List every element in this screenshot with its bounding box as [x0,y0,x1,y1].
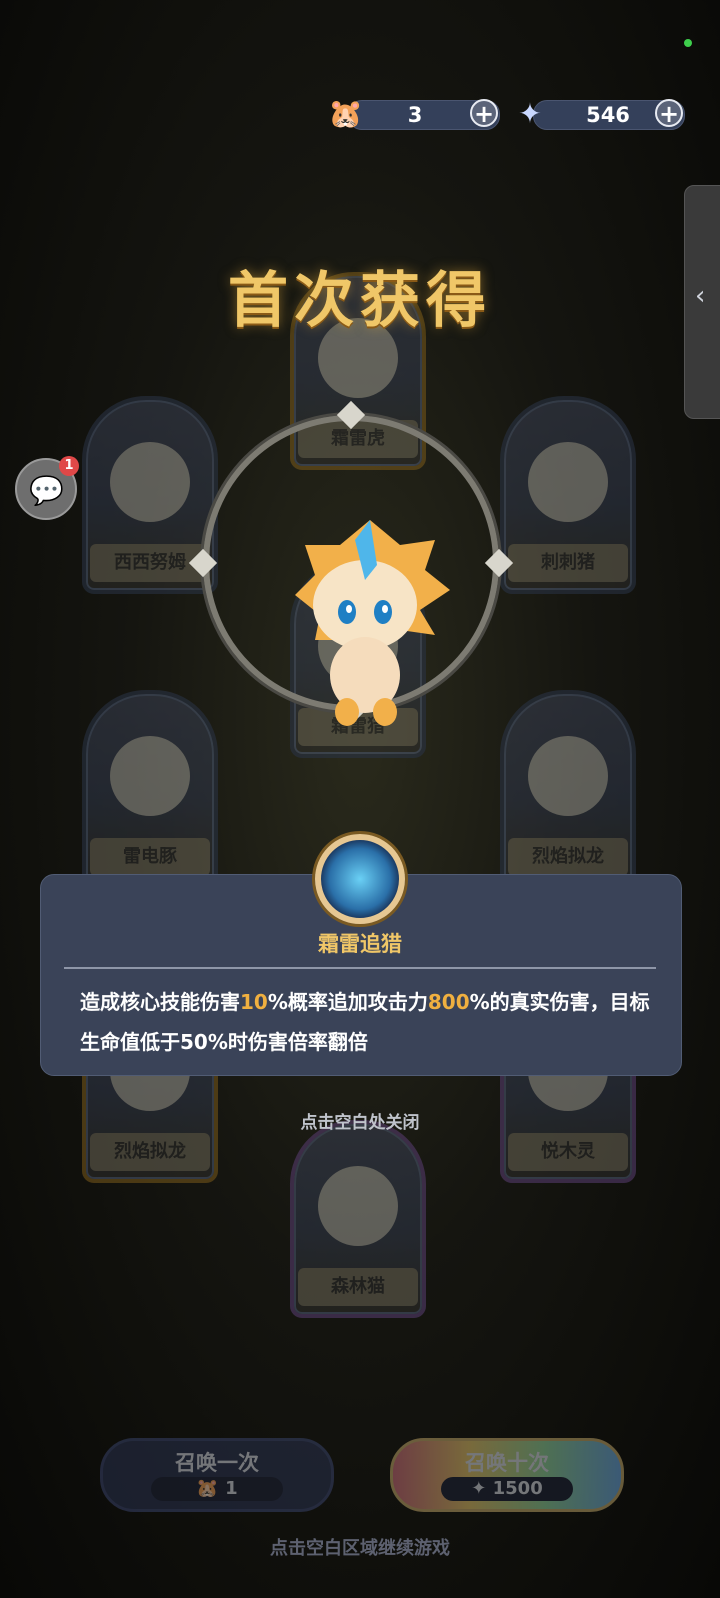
pet-name: 刺刺猪 [508,544,628,582]
pet-name: 森林猫 [298,1268,418,1306]
hero-creature-image [295,520,450,726]
pet-art [110,736,190,816]
skill-description: 造成核心技能伤害10%概率追加攻击力800%的真实伤害，目标生命值低于50%时伤… [80,982,650,1062]
add-tickets-button[interactable]: + [470,99,498,127]
summon-once-cost-value: 1 [225,1478,238,1499]
pet-name: 烈焰拟龙 [508,838,628,876]
add-stars-button[interactable]: + [655,99,683,127]
star-crystal-icon: ✦ [518,97,542,130]
skill-desc-part: %概率追加攻击力 [267,990,428,1014]
pet-name: 悦木灵 [508,1133,628,1171]
summon-ten-cost-value: 1500 [492,1478,543,1499]
skill-divider [64,967,656,969]
skill-desc-highlight: 800 [427,990,470,1014]
chat-bubble-icon: 💬 [29,474,64,507]
skill-emblem-icon [315,834,405,924]
star-currency: ✦ 546 + [515,97,687,130]
skill-desc-part: 造成核心技能伤害 [80,990,240,1014]
summon-ten-label: 召唤十次 [465,1451,549,1475]
pet-art [110,442,190,522]
pet-card-right-upper: 刺刺猪 [500,396,636,594]
skill-desc-highlight: 10 [240,990,268,1014]
summon-once-cost: 🐹 1 [151,1477,283,1501]
pet-art [318,1166,398,1246]
skill-name: 霜雷追猎 [318,932,402,956]
pet-card-right-middle: 烈焰拟龙 [500,690,636,888]
hamster-ticket-icon: 🐹 [328,97,363,130]
pet-card-left-middle: 雷电豚 [82,690,218,888]
chat-button[interactable]: 💬 1 [15,456,79,520]
pet-card-bottom: 森林猫 [290,1120,426,1318]
tap-to-continue-hint[interactable]: 点击空白区域继续游戏 [0,1534,720,1560]
summon-once-label: 召唤一次 [175,1451,259,1475]
star-count: 546 [586,103,630,127]
summon-once-button[interactable]: 召唤一次 🐹 1 [100,1438,334,1512]
tap-to-close-hint[interactable]: 点击空白处关闭 [0,1108,720,1133]
summon-ten-button[interactable]: 召唤十次 ✦ 1500 [390,1438,624,1512]
pet-name: 雷电豚 [90,838,210,876]
ticket-count: 3 [407,103,423,127]
chat-notification-badge: 1 [59,456,79,476]
summon-ten-cost: ✦ 1500 [441,1477,573,1501]
first-obtain-title: 首次获得 [228,266,492,336]
pet-art [528,736,608,816]
pet-name: 烈焰拟龙 [90,1133,210,1171]
pet-art [528,442,608,522]
status-indicator-dot [684,39,692,47]
ticket-currency: 🐹 3 + [328,97,502,130]
